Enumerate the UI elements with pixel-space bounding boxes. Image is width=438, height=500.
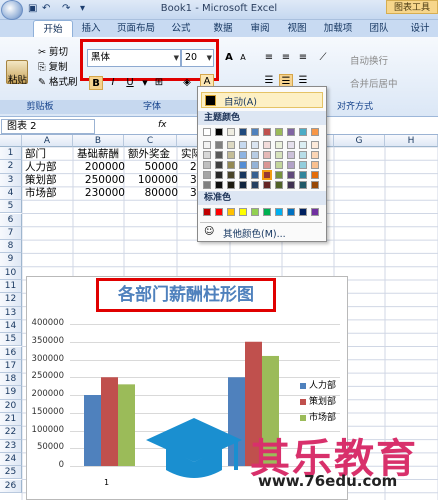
theme-shade-swatch[interactable] xyxy=(239,161,247,169)
standard-color-swatch[interactable] xyxy=(263,208,271,216)
theme-shade-swatch[interactable] xyxy=(239,171,247,179)
standard-color-swatch[interactable] xyxy=(203,208,211,216)
theme-shade-swatch[interactable] xyxy=(299,181,307,189)
theme-shade-swatch[interactable] xyxy=(251,161,259,169)
x-axis-label: 1 xyxy=(104,478,110,487)
theme-colors-header: 主题颜色 xyxy=(198,111,326,125)
theme-shade-swatch[interactable] xyxy=(227,171,235,179)
theme-shade-swatch[interactable] xyxy=(227,161,235,169)
legend-label: 策划部 xyxy=(309,397,337,407)
standard-color-swatch[interactable] xyxy=(239,208,247,216)
selected-swatch-highlight xyxy=(262,170,272,180)
theme-shade-swatch[interactable] xyxy=(275,161,283,169)
standard-color-swatch[interactable] xyxy=(215,208,223,216)
standard-color-swatch[interactable] xyxy=(299,208,307,216)
bar-策划部[interactable] xyxy=(101,377,118,466)
theme-shade-swatch[interactable] xyxy=(251,181,259,189)
theme-shade-swatch[interactable] xyxy=(263,141,271,149)
theme-color-swatch[interactable] xyxy=(275,128,283,136)
auto-color-swatch xyxy=(205,95,216,106)
theme-shade-swatch[interactable] xyxy=(215,171,223,179)
theme-color-swatch[interactable] xyxy=(287,128,295,136)
auto-color-option[interactable]: 自动(A) xyxy=(201,92,323,108)
theme-shade-swatch[interactable] xyxy=(299,151,307,159)
theme-color-swatch[interactable] xyxy=(215,128,223,136)
theme-color-swatch[interactable] xyxy=(263,128,271,136)
theme-shade-swatch[interactable] xyxy=(287,161,295,169)
theme-shade-swatch[interactable] xyxy=(263,151,271,159)
theme-shade-swatch[interactable] xyxy=(275,171,283,179)
theme-shade-swatch[interactable] xyxy=(203,181,211,189)
theme-shade-swatch[interactable] xyxy=(287,171,295,179)
theme-shade-swatch[interactable] xyxy=(299,171,307,179)
theme-shade-swatch[interactable] xyxy=(203,161,211,169)
theme-shade-swatch[interactable] xyxy=(287,181,295,189)
legend-label: 人力部 xyxy=(309,381,337,391)
theme-shade-swatch[interactable] xyxy=(311,161,319,169)
theme-shade-swatch[interactable] xyxy=(275,181,283,189)
theme-shade-swatch[interactable] xyxy=(203,171,211,179)
theme-color-swatch[interactable] xyxy=(311,128,319,136)
theme-shade-swatch[interactable] xyxy=(215,151,223,159)
popup-divider xyxy=(200,222,322,223)
standard-color-swatch[interactable] xyxy=(275,208,283,216)
theme-shade-swatch[interactable] xyxy=(203,151,211,159)
theme-shade-swatch[interactable] xyxy=(203,141,211,149)
theme-shade-swatch[interactable] xyxy=(239,151,247,159)
standard-color-swatch[interactable] xyxy=(251,208,259,216)
theme-shade-swatch[interactable] xyxy=(239,181,247,189)
theme-shade-swatch[interactable] xyxy=(263,181,271,189)
theme-shade-swatch[interactable] xyxy=(287,151,295,159)
legend-item[interactable]: 人力部 xyxy=(300,378,336,391)
more-colors-option[interactable]: 其他颜色(M)... xyxy=(223,226,286,240)
standard-color-swatch[interactable] xyxy=(227,208,235,216)
palette-icon: ☺ xyxy=(204,226,215,237)
theme-shade-swatch[interactable] xyxy=(311,141,319,149)
auto-color-label: 自动(A) xyxy=(224,97,257,108)
theme-shade-swatch[interactable] xyxy=(215,161,223,169)
theme-color-swatch[interactable] xyxy=(203,128,211,136)
watermark-url: www.76edu.com xyxy=(258,472,398,490)
theme-shade-swatch[interactable] xyxy=(263,161,271,169)
theme-shade-swatch[interactable] xyxy=(251,151,259,159)
standard-color-swatch[interactable] xyxy=(287,208,295,216)
theme-shade-swatch[interactable] xyxy=(299,141,307,149)
theme-shade-swatch[interactable] xyxy=(251,141,259,149)
theme-shade-swatch[interactable] xyxy=(275,151,283,159)
theme-shade-swatch[interactable] xyxy=(215,141,223,149)
theme-color-swatch[interactable] xyxy=(251,128,259,136)
legend-swatch xyxy=(300,398,306,405)
theme-shade-swatch[interactable] xyxy=(227,181,235,189)
bar-人力部[interactable] xyxy=(84,395,101,466)
theme-shade-swatch[interactable] xyxy=(299,161,307,169)
legend-swatch xyxy=(300,382,306,389)
legend-item[interactable]: 策划部 xyxy=(300,394,336,407)
theme-color-swatch[interactable] xyxy=(299,128,307,136)
theme-shade-swatch[interactable] xyxy=(251,171,259,179)
theme-shade-swatch[interactable] xyxy=(215,181,223,189)
theme-color-swatch[interactable] xyxy=(239,128,247,136)
theme-shade-swatch[interactable] xyxy=(227,151,235,159)
theme-color-swatch[interactable] xyxy=(227,128,235,136)
theme-shade-swatch[interactable] xyxy=(311,151,319,159)
theme-shade-swatch[interactable] xyxy=(239,141,247,149)
theme-shade-swatch[interactable] xyxy=(311,181,319,189)
bar-市场部[interactable] xyxy=(118,384,135,466)
theme-shade-swatch[interactable] xyxy=(311,171,319,179)
theme-shade-swatch[interactable] xyxy=(287,141,295,149)
theme-shade-swatch[interactable] xyxy=(227,141,235,149)
standard-color-swatch[interactable] xyxy=(311,208,319,216)
theme-shade-swatch[interactable] xyxy=(275,141,283,149)
standard-colors-header: 标准色 xyxy=(198,191,326,205)
